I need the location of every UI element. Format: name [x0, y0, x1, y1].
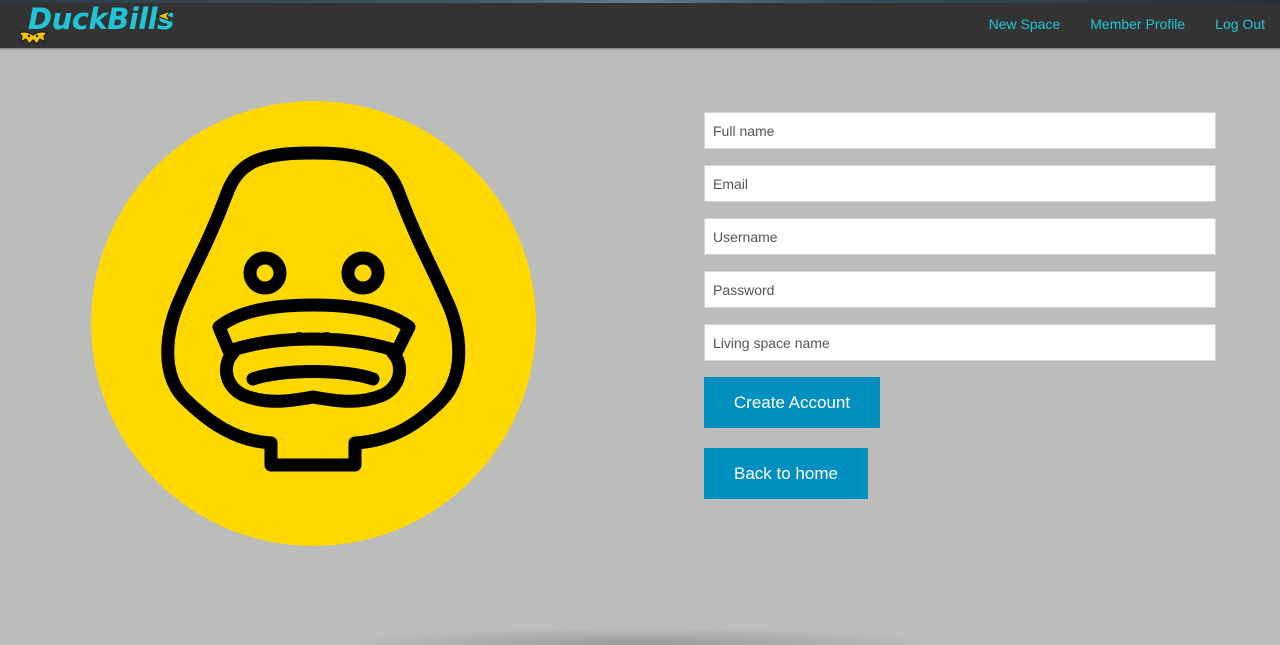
duck-beak-icon	[156, 10, 172, 22]
create-account-button[interactable]: Create Account	[704, 377, 880, 428]
nav-link-member-profile[interactable]: Member Profile	[1090, 16, 1185, 32]
nav-link-new-space[interactable]: New Space	[989, 16, 1061, 32]
bat-wing-icon	[18, 31, 48, 45]
nav-link-log-out[interactable]: Log Out	[1215, 16, 1265, 32]
nav-links: New Space Member Profile Log Out	[959, 0, 1265, 48]
brand-name: DuckBills	[28, 2, 174, 36]
create-account-form	[704, 112, 1216, 377]
back-to-home-button[interactable]: Back to home	[704, 448, 868, 499]
living-space-name-input[interactable]	[704, 324, 1216, 361]
duck-logo	[91, 101, 536, 546]
full-name-input[interactable]	[704, 112, 1216, 149]
password-input[interactable]	[704, 271, 1216, 308]
top-navbar: DuckBills New Space Member Profile Log O…	[0, 0, 1280, 48]
username-input[interactable]	[704, 218, 1216, 255]
brand-logo[interactable]: DuckBills	[18, 2, 178, 46]
email-input[interactable]	[704, 165, 1216, 202]
footer-shadow	[340, 628, 940, 645]
logo-circle-background	[91, 101, 536, 546]
